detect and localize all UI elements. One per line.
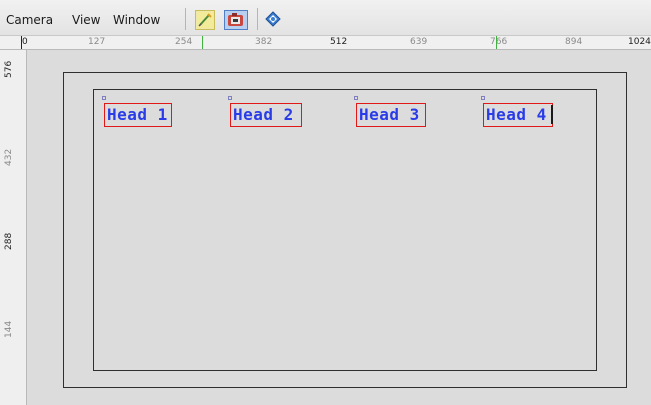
ruler-tick: 382 <box>255 37 273 47</box>
text-cursor <box>551 105 553 124</box>
menu-window[interactable]: Window <box>113 13 160 27</box>
ruler-tick: 639 <box>410 37 428 47</box>
menu-view[interactable]: View <box>72 13 100 27</box>
toolbar-separator-2 <box>257 8 258 30</box>
camera-tool-icon <box>226 12 246 32</box>
menu-bar: Camera View Window <box>0 0 651 36</box>
head-label-2[interactable]: Head 2 <box>230 103 302 127</box>
ruler-tick: 127 <box>88 37 106 47</box>
ruler-marker-green <box>496 36 497 49</box>
camera-tool-button[interactable] <box>224 10 248 30</box>
ruler-tick: 576 <box>4 60 14 78</box>
toolbar-separator <box>185 8 186 30</box>
camera-frame-inner <box>93 89 597 371</box>
menu-camera[interactable]: Camera <box>6 13 53 27</box>
ruler-vertical: 576 432 288 144 <box>0 50 27 405</box>
ruler-tick: 894 <box>565 37 583 47</box>
diamond-tool-button[interactable] <box>264 10 284 30</box>
ruler-cursor-marker <box>21 36 22 49</box>
selection-handle[interactable] <box>228 96 232 100</box>
ruler-tick: 1024 <box>628 37 651 47</box>
ruler-tick: 144 <box>4 320 14 338</box>
ruler-horizontal: 0 127 254 382 512 639 766 894 1024 <box>0 36 651 50</box>
selection-handle[interactable] <box>354 96 358 100</box>
pencil-tool-icon <box>196 11 214 33</box>
selection-handle[interactable] <box>102 96 106 100</box>
ruler-tick: 432 <box>4 148 14 166</box>
head-label-4[interactable]: Head 4 <box>483 103 553 127</box>
diamond-tool-icon <box>264 10 282 32</box>
ruler-tick: 288 <box>4 232 14 250</box>
ruler-tick: 0 <box>22 37 28 47</box>
ruler-marker-green <box>202 36 203 49</box>
ruler-tick: 512 <box>330 37 348 47</box>
selection-handle[interactable] <box>481 96 485 100</box>
pencil-tool-button[interactable] <box>195 10 215 30</box>
head-label-3[interactable]: Head 3 <box>356 103 426 127</box>
camera-canvas[interactable]: Head 1 Head 2 Head 3 Head 4 <box>27 50 651 405</box>
head-label-1[interactable]: Head 1 <box>104 103 172 127</box>
ruler-tick: 766 <box>490 37 508 47</box>
ruler-tick: 254 <box>175 37 193 47</box>
